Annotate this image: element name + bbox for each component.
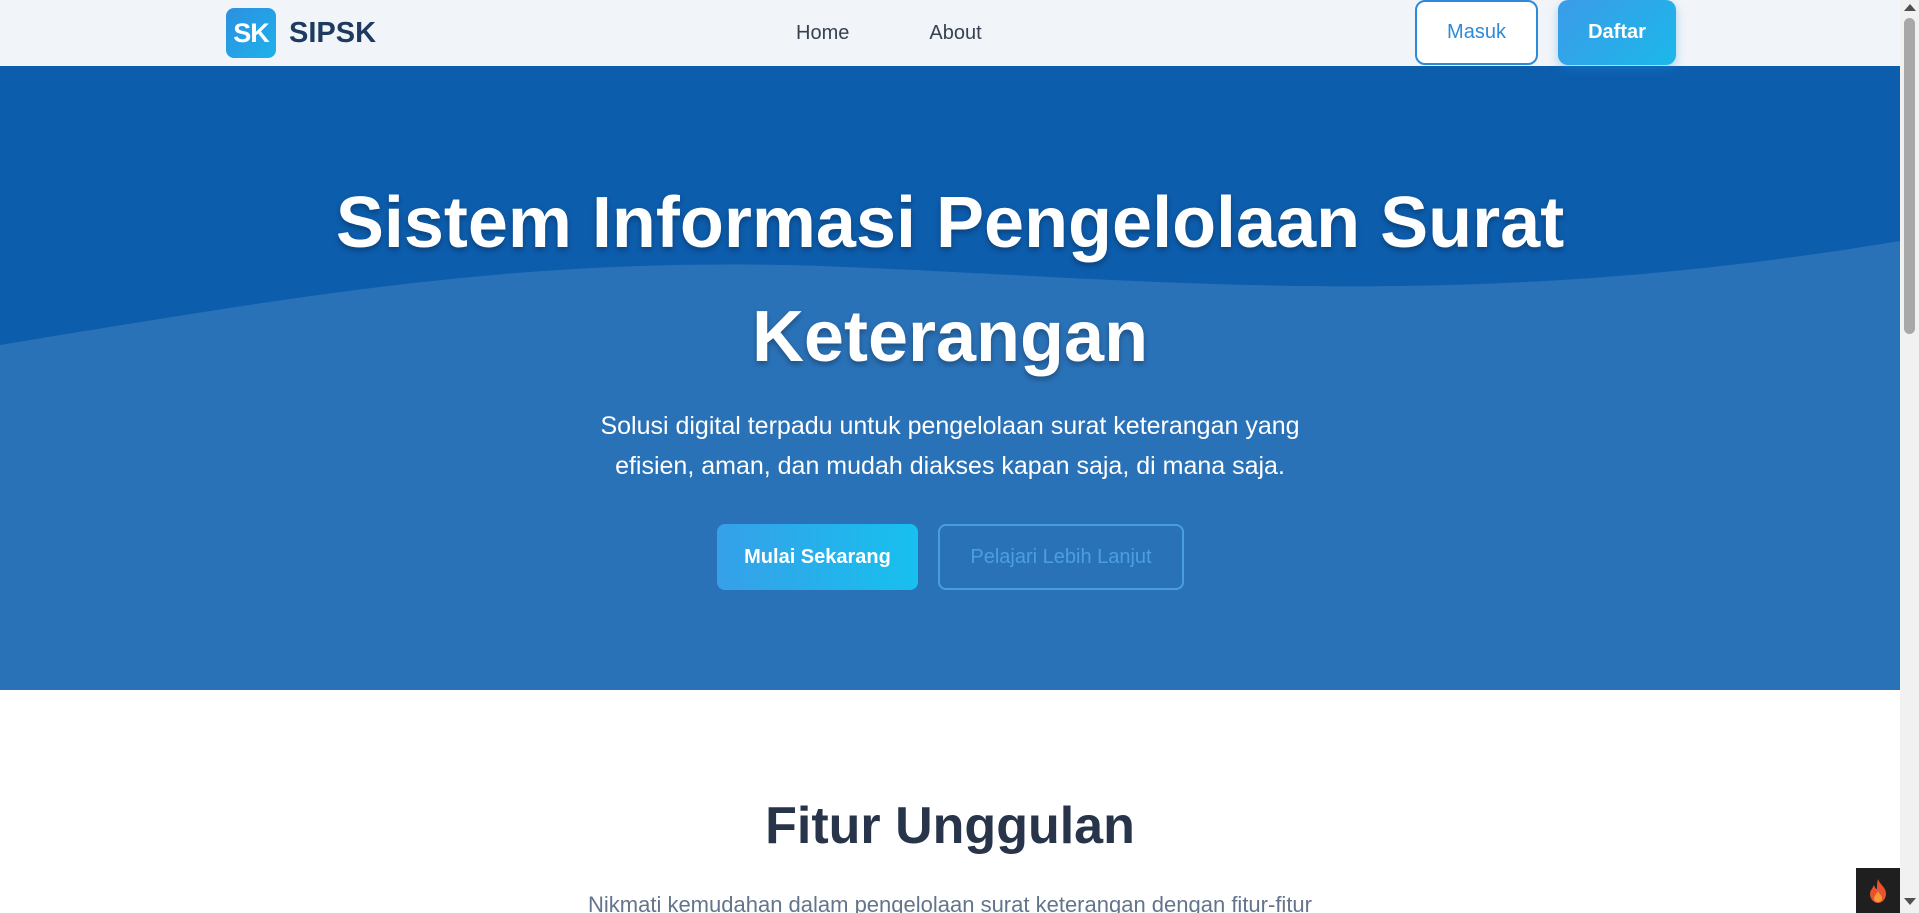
hero-subtitle: Solusi digital terpadu untuk pengelolaan… (600, 412, 1300, 480)
hero-section: Sistem Informasi Pengelolaan Surat Keter… (0, 66, 1900, 690)
start-now-button[interactable]: Mulai Sekarang (717, 524, 918, 590)
scroll-up-arrow-icon[interactable] (1904, 4, 1916, 11)
page: SK SIPSK Home About Masuk Daftar Sistem … (0, 0, 1919, 913)
debug-toolbar-toggle[interactable] (1856, 868, 1900, 913)
main-nav: Home About (796, 0, 1062, 66)
scroll-thumb[interactable] (1904, 18, 1915, 334)
logo-badge: SK (226, 8, 276, 58)
register-button[interactable]: Daftar (1558, 0, 1676, 65)
brand-name: SIPSK (289, 16, 377, 49)
vertical-scrollbar[interactable] (1900, 0, 1919, 913)
navbar: SK SIPSK Home About Masuk Daftar (0, 0, 1900, 66)
scroll-down-arrow-icon[interactable] (1904, 898, 1916, 905)
nav-link-about[interactable]: About (929, 22, 981, 45)
brand-logo[interactable]: SK SIPSK (226, 8, 376, 58)
hero-title: Sistem Informasi Pengelolaan Surat Keter… (335, 183, 1565, 377)
flame-icon (1870, 878, 1886, 903)
login-button[interactable]: Masuk (1415, 0, 1538, 65)
nav-link-home[interactable]: Home (796, 22, 849, 45)
features-title: Fitur Unggulan (765, 797, 1135, 855)
learn-more-button[interactable]: Pelajari Lebih Lanjut (938, 524, 1184, 590)
features-subtitle: Nikmati kemudahan dalam pengelolaan sura… (588, 892, 1312, 913)
